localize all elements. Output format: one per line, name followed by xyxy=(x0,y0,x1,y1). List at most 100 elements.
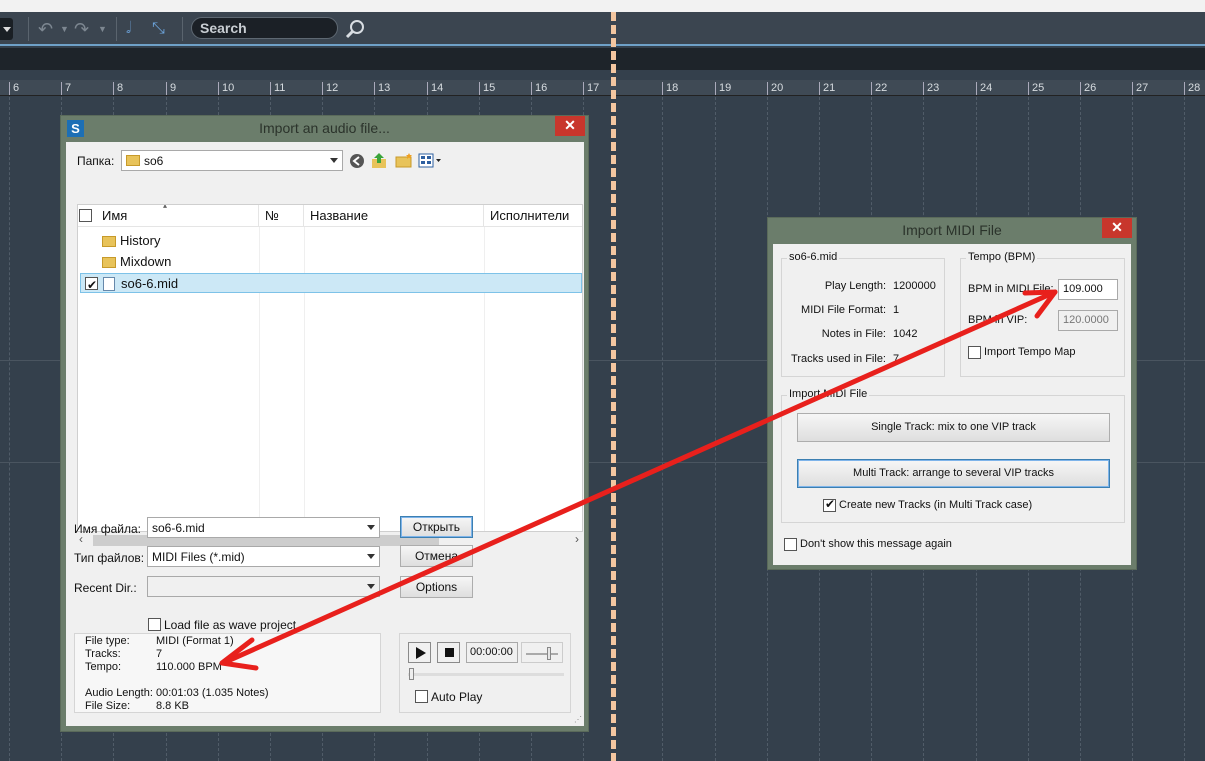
tempo-value: 110.000 BPM xyxy=(156,661,222,673)
redo-dropdown-icon[interactable]: ▼ xyxy=(98,18,107,40)
bpm-midi-input[interactable]: 109.000 xyxy=(1058,279,1118,300)
view-menu-icon[interactable] xyxy=(418,152,442,169)
ruler-tick-label: 7 xyxy=(61,82,71,95)
ruler-tick-label: 11 xyxy=(270,82,285,95)
search-input[interactable]: Search xyxy=(191,17,338,39)
create-tracks-label: Create new Tracks (in Multi Track case) xyxy=(839,499,1033,511)
back-icon[interactable] xyxy=(349,153,365,169)
midi-format-label: MIDI File Format: xyxy=(801,304,886,316)
ruler-tick-label: 8 xyxy=(113,82,123,95)
grid-line xyxy=(662,97,663,761)
resize-grip-icon[interactable]: ⋰ xyxy=(574,715,582,724)
filename-input[interactable]: so6-6.mid xyxy=(147,517,380,538)
auto-play-label: Auto Play xyxy=(431,690,483,704)
column-name[interactable]: Имя xyxy=(96,205,259,227)
column-title[interactable]: Название xyxy=(304,205,484,227)
notes-label: Notes in File: xyxy=(821,328,886,340)
playback-cursor[interactable] xyxy=(611,12,616,761)
column-number[interactable]: № xyxy=(259,205,304,227)
chevron-down-icon xyxy=(367,584,375,589)
top-strip xyxy=(0,0,1205,12)
list-item-label: Mixdown xyxy=(120,254,172,269)
file-list[interactable]: Имя ▴ № Название Исполнители History Mix… xyxy=(77,204,583,532)
grid-line xyxy=(1184,97,1185,761)
column-artist-label: Исполнители xyxy=(490,208,570,223)
redo-icon[interactable]: ↷ xyxy=(74,18,89,40)
ruler-tick-label: 6 xyxy=(9,82,19,95)
recent-dir-select[interactable] xyxy=(147,576,380,597)
file-type-label: File type: xyxy=(85,635,130,647)
ruler-tick-label: 18 xyxy=(662,82,678,95)
import-audio-body: Папка: so6 Имя ▴ № Название Исполнители xyxy=(66,142,584,726)
position-slider-thumb[interactable] xyxy=(409,668,414,680)
position-slider[interactable] xyxy=(408,673,564,676)
single-track-button[interactable]: Single Track: mix to one VIP track xyxy=(797,413,1110,442)
column-number-label: № xyxy=(265,208,279,223)
folder-icon xyxy=(102,236,116,247)
options-button[interactable]: Options xyxy=(400,576,473,598)
stop-button[interactable] xyxy=(437,642,460,663)
ruler-tick-label: 24 xyxy=(976,82,992,95)
ruler-tick-label: 21 xyxy=(819,82,835,95)
snap-icon[interactable]: ⤡ xyxy=(152,18,165,40)
menu-dropdown-button[interactable] xyxy=(0,18,13,40)
timeline-ruler[interactable]: 6 7 8 9 10 11 12 13 14 15 16 17 18 19 20 21 22 23 24 25 26 27… xyxy=(0,80,1205,96)
auto-play-checkbox[interactable] xyxy=(415,690,428,703)
volume-slider[interactable] xyxy=(521,642,563,663)
load-wave-checkbox[interactable] xyxy=(148,618,161,631)
list-item-selected[interactable]: so6-6.mid xyxy=(80,273,582,295)
cancel-button[interactable]: Отмена xyxy=(400,545,473,567)
list-item-label: History xyxy=(120,233,161,248)
open-button[interactable]: Открыть xyxy=(400,516,473,538)
volume-slider-thumb[interactable] xyxy=(547,647,551,660)
play-button[interactable] xyxy=(408,642,431,663)
ruler-tick-label: 10 xyxy=(218,82,234,95)
file-list-header: Имя ▴ № Название Исполнители xyxy=(78,205,582,227)
audio-length-value: 00:01:03 (1.035 Notes) xyxy=(156,687,269,699)
list-item[interactable]: Mixdown xyxy=(80,252,582,272)
column-artist[interactable]: Исполнители xyxy=(484,205,582,227)
audio-length-label: Audio Length: xyxy=(85,687,153,699)
filetype-select[interactable]: MIDI Files (*.mid) xyxy=(147,546,380,567)
list-item[interactable]: History xyxy=(80,231,582,251)
tracks-used-value: 7 xyxy=(893,353,900,365)
file-info-group-label: so6-6.mid xyxy=(787,251,840,263)
folder-select[interactable]: so6 xyxy=(121,150,343,171)
column-title-label: Название xyxy=(310,208,369,223)
multi-track-button[interactable]: Multi Track: arrange to several VIP trac… xyxy=(797,459,1110,488)
metronome-icon[interactable]: 𝅗𝅥 xyxy=(126,18,131,40)
midi-file-icon xyxy=(103,277,115,291)
ruler-tick-label: 26 xyxy=(1080,82,1096,95)
close-button[interactable]: ✕ xyxy=(555,116,585,136)
scroll-right-icon[interactable]: › xyxy=(575,532,579,546)
folder-icon xyxy=(102,257,116,268)
undo-dropdown-icon[interactable]: ▼ xyxy=(60,18,69,40)
window-title: Import MIDI File xyxy=(902,222,1002,238)
new-folder-icon[interactable] xyxy=(395,152,413,169)
create-tracks-checkbox[interactable] xyxy=(823,497,836,512)
file-checkbox[interactable] xyxy=(85,275,98,295)
bpm-vip-label: BPM in VIP: xyxy=(968,314,1028,326)
ruler-tick-label: 17 xyxy=(583,82,599,95)
close-button[interactable]: ✕ xyxy=(1102,218,1132,238)
ruler-tick-label: 27 xyxy=(1132,82,1148,95)
list-item-label: so6-6.mid xyxy=(121,276,179,291)
tempo-group: Tempo (BPM) BPM in MIDI File: 109.000 BP… xyxy=(960,251,1125,377)
ruler-tick-label: 14 xyxy=(427,82,443,95)
up-folder-icon[interactable] xyxy=(371,152,387,169)
filename-label: Имя файла: xyxy=(74,522,141,536)
play-length-value: 1200000 xyxy=(893,280,936,292)
import-tempo-map-label: Import Tempo Map xyxy=(984,346,1076,358)
import-tempo-map-checkbox[interactable] xyxy=(968,346,981,359)
undo-icon[interactable]: ↶ xyxy=(38,18,53,40)
notes-value: 1042 xyxy=(893,328,918,340)
import-options-group-label: Import MIDI File xyxy=(787,388,870,400)
ruler-tick-label: 19 xyxy=(715,82,731,95)
select-all-checkbox[interactable] xyxy=(79,209,92,222)
search-icon[interactable] xyxy=(344,18,366,40)
chevron-down-icon xyxy=(330,158,338,163)
dont-show-checkbox[interactable] xyxy=(784,538,797,551)
tracks-used-label: Tracks used in File: xyxy=(791,353,886,365)
ruler-tick-label: 15 xyxy=(479,82,495,95)
ruler-tick-label: 28 xyxy=(1184,82,1200,95)
